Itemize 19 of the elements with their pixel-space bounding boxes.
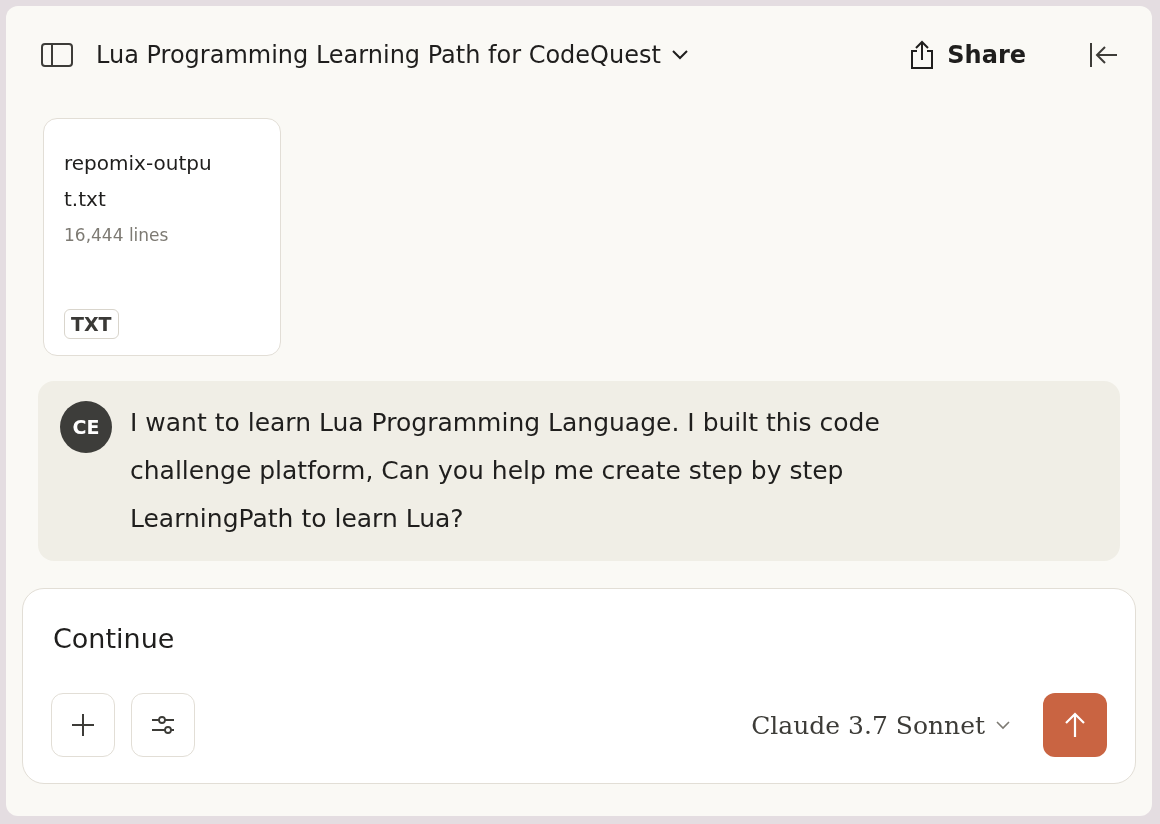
file-line-count: 16,444 lines [64,225,170,245]
chevron-down-icon [995,720,1011,730]
file-name: repomix-output.txt [64,150,213,213]
share-button[interactable]: Share [909,40,1026,70]
sliders-icon [150,713,176,737]
user-message-text: I want to learn Lua Programming Language. I built this code challenge platform, Can you help me create step by step LearningPath to learn Lua? [130,407,881,535]
message-input-field[interactable]: Continue [51,609,753,654]
chevron-down-icon [670,49,689,61]
file-attachment-card[interactable]: repomix-output.txt 16,444 lines TXT [43,118,281,356]
arrow-up-icon [1063,711,1087,739]
model-selector[interactable]: Claude 3.7 Sonnet [751,710,1011,740]
send-button[interactable] [1043,693,1107,757]
add-button[interactable] [51,693,115,757]
plus-icon [70,712,96,738]
settings-button[interactable] [131,693,195,757]
share-icon [909,40,936,70]
conversation-title[interactable]: Lua Programming Learning Path for CodeQuest [96,41,689,69]
user-avatar: CE [60,401,112,453]
file-type-tag: TXT [64,309,119,339]
